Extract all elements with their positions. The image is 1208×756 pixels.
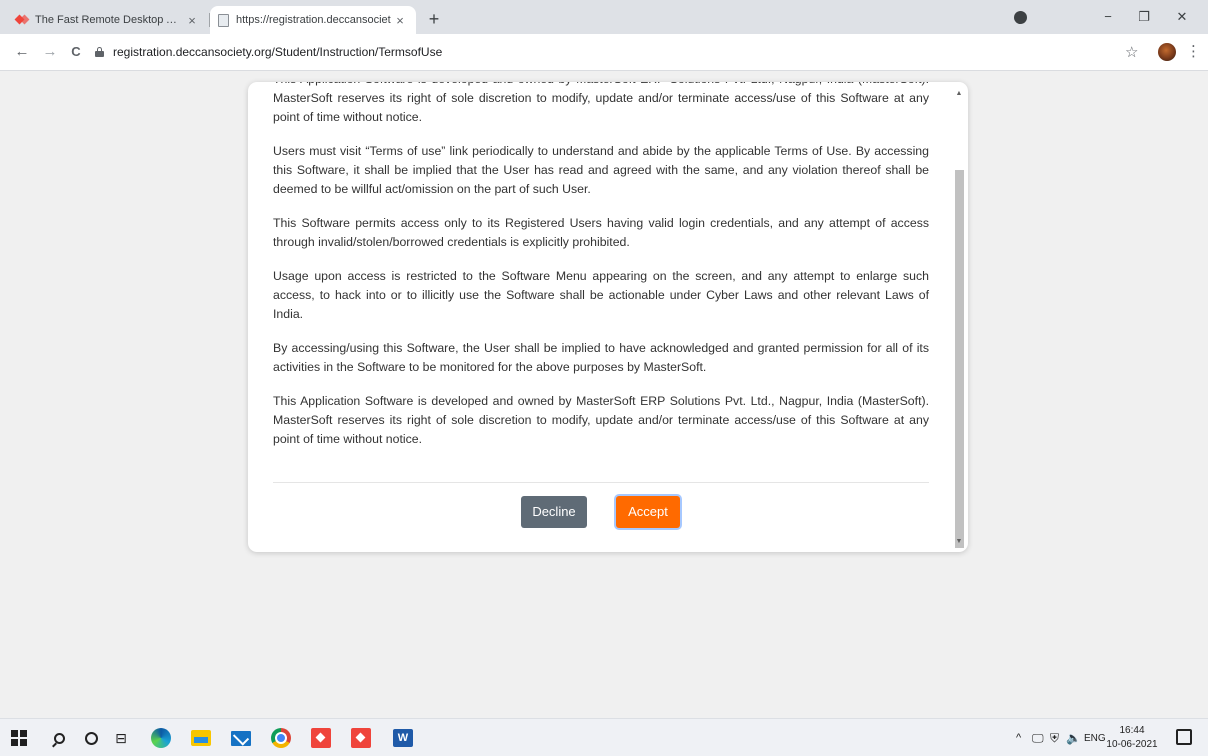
windows-taskbar: ⊟ W ^ 🖵 ⛨ 🔈 ENG 16:44 10-06-2021 <box>0 718 1208 756</box>
url-text[interactable]: registration.deccansociety.org/Student/I… <box>113 45 442 59</box>
anydesk-icon <box>351 728 371 748</box>
minimize-button[interactable]: − <box>1094 6 1122 28</box>
terms-paragraph: Users must visit “Terms of use” link per… <box>273 144 929 196</box>
folder-icon <box>191 730 211 746</box>
accept-button[interactable]: Accept <box>616 496 680 528</box>
footer-divider <box>273 482 929 483</box>
modal-scrollbar[interactable]: ▲ ▼ <box>953 90 965 548</box>
scrollbar-thumb[interactable] <box>955 170 964 548</box>
edge-taskbar-button[interactable] <box>150 727 172 749</box>
browser-menu-icon[interactable]: ⋮ <box>1186 42 1201 60</box>
volume-icon[interactable]: 🔈 <box>1066 719 1081 756</box>
extension-icon[interactable] <box>1014 11 1027 24</box>
chrome-icon <box>271 728 291 748</box>
lock-icon[interactable] <box>95 47 104 57</box>
tab-registration[interactable]: https://registration.deccansociet × <box>210 6 416 34</box>
terms-paragraph: This Application Software is developed a… <box>273 394 929 446</box>
terms-scroll-area[interactable]: This Application Software is developed a… <box>248 82 953 552</box>
mail-icon <box>231 730 251 746</box>
address-bar[interactable]: registration.deccansociety.org/Student/I… <box>95 39 1095 65</box>
cortana-button[interactable] <box>80 727 102 749</box>
chrome-taskbar-button[interactable] <box>270 727 292 749</box>
word-icon: W <box>393 729 413 747</box>
back-button[interactable]: ← <box>12 42 32 62</box>
start-button[interactable] <box>8 727 30 749</box>
scroll-down-arrow-icon[interactable]: ▼ <box>955 538 963 545</box>
tab-close-icon[interactable]: × <box>184 13 200 28</box>
terms-paragraph: This Software permits access only to its… <box>273 216 929 249</box>
file-explorer-button[interactable] <box>190 727 212 749</box>
tab-title: The Fast Remote Desktop Applica <box>35 14 184 26</box>
maximize-button[interactable]: ❐ <box>1130 6 1158 28</box>
mail-button[interactable] <box>230 727 252 749</box>
taskbar-clock[interactable]: 16:44 10-06-2021 <box>1100 724 1164 752</box>
notification-icon[interactable] <box>1176 729 1192 745</box>
terms-of-use-modal: This Application Software is developed a… <box>248 82 968 552</box>
tab-close-icon[interactable]: × <box>392 13 408 28</box>
clock-time: 16:44 <box>1119 725 1145 736</box>
decline-button[interactable]: Decline <box>521 496 587 528</box>
cortana-icon <box>84 731 98 745</box>
anydesk-taskbar-button-2[interactable] <box>350 727 372 749</box>
browser-toolbar: ← → C registration.deccansociety.org/Stu… <box>0 34 1208 71</box>
clock-date: 10-06-2021 <box>1106 739 1158 750</box>
bookmark-star-icon[interactable]: ☆ <box>1125 43 1138 61</box>
security-icon[interactable]: ⛨ <box>1050 719 1059 756</box>
search-icon <box>53 732 65 744</box>
page-viewport: This Application Software is developed a… <box>0 72 1208 718</box>
anydesk-taskbar-button-1[interactable] <box>310 727 332 749</box>
tab-anydesk[interactable]: The Fast Remote Desktop Applica × <box>8 6 208 34</box>
new-tab-button[interactable]: + <box>424 10 444 30</box>
profile-avatar[interactable] <box>1158 43 1176 61</box>
close-window-button[interactable]: ✕ <box>1168 6 1196 28</box>
word-taskbar-button[interactable]: W <box>392 727 414 749</box>
anydesk-favicon-icon <box>16 14 28 26</box>
tray-caret-icon[interactable]: ^ <box>1016 719 1021 756</box>
scroll-up-arrow-icon[interactable]: ▲ <box>955 90 963 97</box>
search-button[interactable] <box>48 727 70 749</box>
network-icon[interactable]: 🖵 <box>1032 719 1044 756</box>
tab-strip: The Fast Remote Desktop Applica × https:… <box>0 0 1208 34</box>
terms-text: This Application Software is developed a… <box>273 82 929 464</box>
tab-title: https://registration.deccansociet <box>236 14 391 26</box>
windows-logo-icon <box>11 730 27 746</box>
terms-paragraph: Usage upon access is restricted to the S… <box>273 269 929 321</box>
terms-paragraph: By accessing/using this Software, the Us… <box>273 341 929 374</box>
forward-button[interactable]: → <box>40 42 60 62</box>
anydesk-icon <box>311 728 331 748</box>
terms-paragraph: This Application Software is developed a… <box>273 82 929 124</box>
edge-icon <box>151 728 171 748</box>
page-favicon-icon <box>218 13 229 27</box>
reload-button[interactable]: C <box>66 42 86 62</box>
task-view-icon[interactable]: ⊟ <box>110 727 132 749</box>
